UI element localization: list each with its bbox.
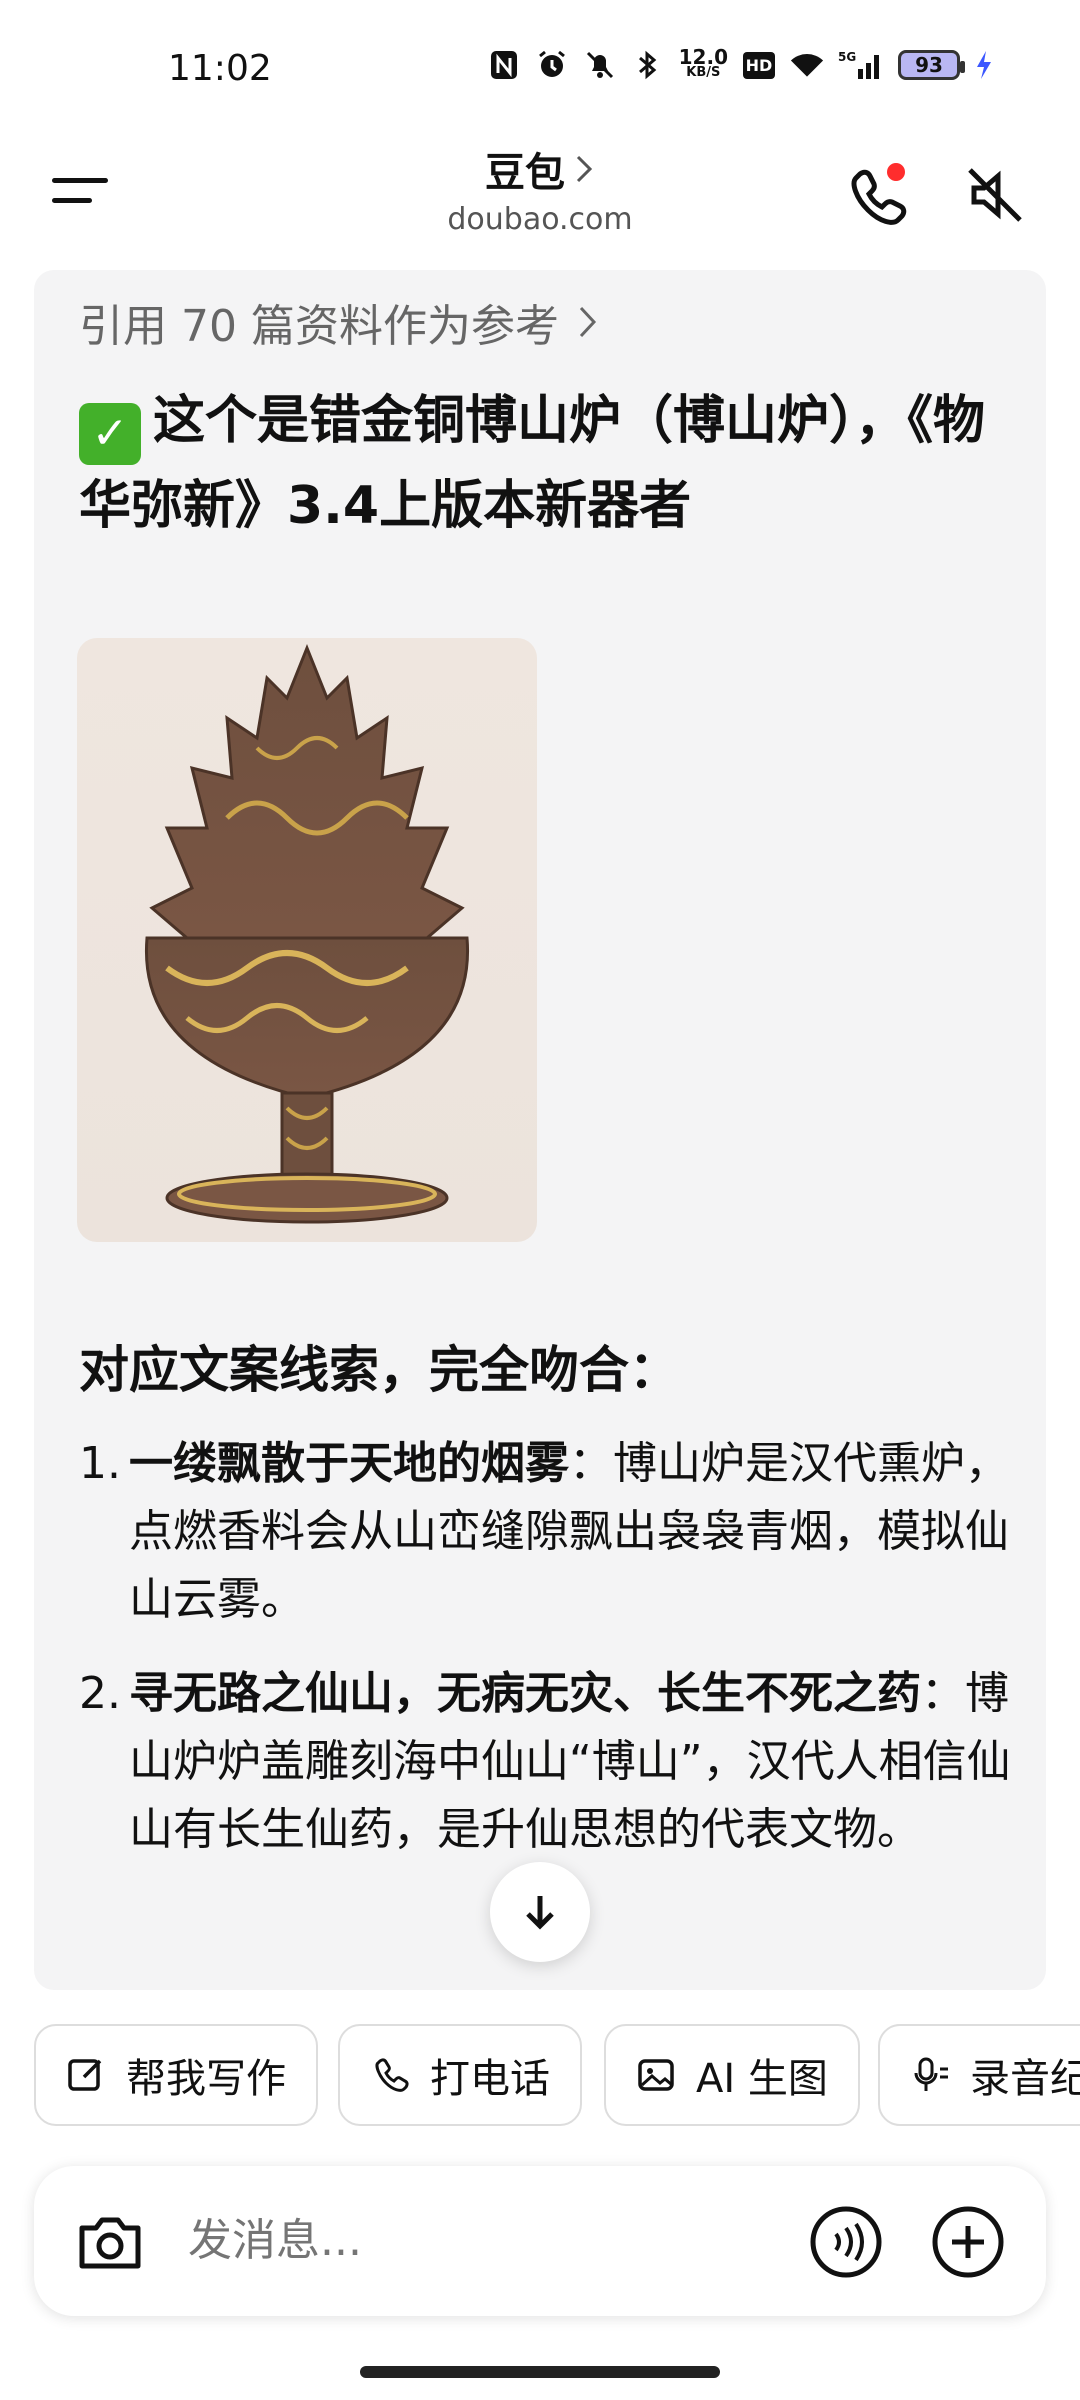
phone-icon — [375, 2058, 409, 2092]
plus-circle-icon — [932, 2206, 1004, 2278]
net-speed: 12.0 KB/S — [678, 45, 728, 80]
chip-write[interactable]: 帮我写作 — [34, 2024, 318, 2126]
hd-icon: HD — [742, 48, 776, 82]
list-number: 2. — [79, 1668, 121, 1719]
references-label: 引用 70 篇资料作为参考 — [79, 301, 559, 352]
message-composer — [34, 2166, 1046, 2316]
voice-call-button[interactable] — [840, 160, 910, 230]
mute-button[interactable] — [960, 160, 1030, 230]
voice-input-button[interactable] — [808, 2204, 884, 2280]
scroll-to-bottom-button[interactable] — [490, 1862, 590, 1962]
nfc-icon — [487, 48, 521, 82]
list-item-bold: 一缕飘散于天地的烟雾 — [129, 1438, 569, 1489]
chevron-right-icon — [579, 306, 597, 338]
chip-call[interactable]: 打电话 — [338, 2024, 582, 2126]
bot-title[interactable]: 豆包 — [485, 140, 595, 198]
more-options-button[interactable] — [930, 2204, 1006, 2280]
list-number: 1. — [79, 1438, 121, 1489]
chip-label: 录音纪 — [970, 2056, 1080, 2102]
status-time: 11:02 — [168, 48, 272, 89]
list-item: 1. 一缕飘散于天地的烟雾：博山炉是汉代熏炉，点燃香料会从山峦缝隙飘出袅袅青烟，… — [79, 1430, 1019, 1634]
mic-icon — [914, 2057, 948, 2091]
chip-label: 帮我写作 — [126, 2056, 286, 2102]
voice-wave-icon — [810, 2206, 882, 2278]
camera-icon — [79, 2217, 141, 2269]
list-item: 2. 寻无路之仙山，无病无灾、长生不死之药：博山炉炉盖雕刻海中仙山“博山”，汉代… — [79, 1660, 1019, 1864]
bluetooth-icon — [631, 48, 665, 82]
chip-recording[interactable]: 录音纪 — [878, 2024, 1080, 2126]
bot-domain: doubao.com — [447, 202, 633, 237]
chip-ai-image[interactable]: AI 生图 — [604, 2024, 860, 2126]
chevron-right-icon — [576, 155, 593, 183]
list-item-text: 寻无路之仙山，无病无灾、长生不死之药：博山炉炉盖雕刻海中仙山“博山”，汉代人相信… — [129, 1660, 1019, 1864]
cell-signal-icon: 5G — [838, 48, 884, 82]
quick-actions: 帮我写作 打电话 AI 生图 录音纪 — [0, 2024, 1080, 2134]
alarm-icon — [535, 48, 569, 82]
image-icon — [638, 2059, 674, 2091]
status-icons: 12.0 KB/S HD 5G 93 — [487, 45, 994, 82]
battery-level: 93 — [915, 53, 943, 77]
arrow-down-icon — [526, 1896, 554, 1930]
references-link[interactable]: 引用 70 篇资料作为参考 — [79, 290, 599, 354]
title-area[interactable]: 豆包 doubao.com — [0, 140, 1080, 237]
signal-label: 5G — [838, 50, 856, 64]
home-indicator[interactable] — [360, 2366, 720, 2378]
bot-name: 豆包 — [485, 150, 565, 196]
list-item-text: 一缕飘散于天地的烟雾：博山炉是汉代熏炉，点燃香料会从山峦缝隙飘出袅袅青烟，模拟仙… — [129, 1430, 1019, 1634]
bell-off-icon — [583, 48, 617, 82]
check-icon: ✓ — [79, 403, 141, 465]
clue-list: 1. 一缕飘散于天地的烟雾：博山炉是汉代熏炉，点燃香料会从山峦缝隙飘出袅袅青烟，… — [79, 1430, 1019, 1890]
headline-text: 这个是错金铜博山炉（博山炉），《物华弥新》3.4上版本新器者 — [79, 391, 986, 536]
list-item-bold: 寻无路之仙山，无病无灾、长生不死之药 — [129, 1668, 921, 1719]
section-title: 对应文案线索，完全吻合： — [79, 1341, 679, 1399]
battery-indicator: 93 — [898, 50, 965, 80]
status-bar: 11:02 12.0 KB/S HD 5G 93 — [0, 0, 1080, 130]
artifact-image[interactable] — [77, 638, 537, 1242]
chip-label: AI 生图 — [696, 2056, 828, 2102]
edit-icon — [68, 2059, 102, 2091]
speaker-off-icon — [968, 168, 1022, 222]
chip-label: 打电话 — [430, 2056, 550, 2102]
message-input[interactable] — [186, 2214, 790, 2267]
camera-button[interactable] — [74, 2206, 146, 2278]
phone-icon — [851, 163, 907, 225]
wifi-icon — [790, 48, 824, 82]
charging-icon — [974, 48, 994, 82]
chat-header: 豆包 doubao.com — [0, 130, 1080, 270]
answer-headline: ✓ 这个是错金铜博山炉（博山炉），《物华弥新》3.4上版本新器者 — [79, 380, 1009, 547]
notification-dot — [887, 163, 905, 181]
censer-illustration — [144, 643, 470, 1224]
assistant-message: 引用 70 篇资料作为参考 ✓ 这个是错金铜博山炉（博山炉），《物华弥新》3.4上… — [34, 270, 1046, 1990]
